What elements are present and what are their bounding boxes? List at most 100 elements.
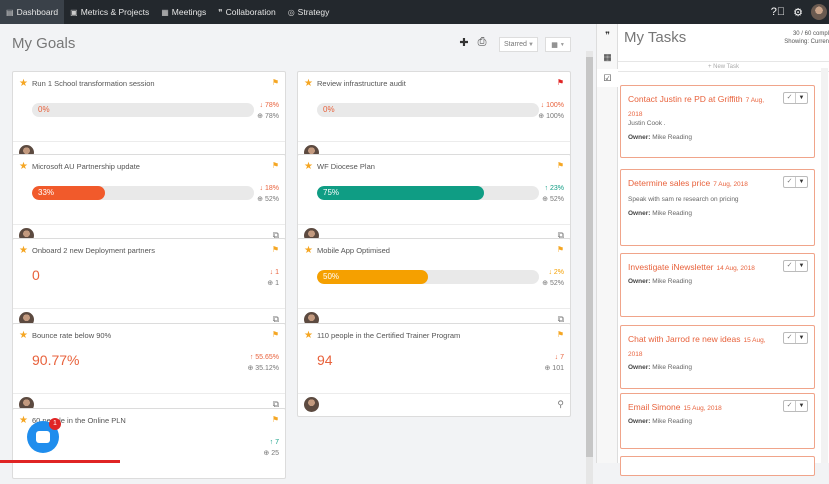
nav-metrics-projects[interactable]: ▣ Metrics & Projects — [64, 0, 155, 24]
check-icon[interactable]: ✓ — [784, 261, 795, 271]
task-title[interactable]: Email Simone 15 Aug, 2018 — [628, 401, 778, 415]
goal-value: 94 — [317, 352, 333, 368]
task-complete-control[interactable]: ✓ ▼ — [783, 332, 808, 344]
flag-icon[interactable]: ⚑ — [557, 161, 564, 170]
goal-name[interactable]: Onboard 2 new Deployment partners — [32, 246, 155, 255]
user-avatar[interactable] — [811, 4, 827, 20]
nav-meetings[interactable]: ▦ Meetings — [155, 0, 212, 24]
chevron-down-icon[interactable]: ▼ — [795, 261, 807, 271]
goal-card[interactable]: ★ Bounce rate below 90% ⚑ 90.77% ↑ 55.65… — [12, 323, 286, 417]
goals-panel: My Goals ✚ ⎙ Starred ▼ ▦ ▼ ★ Run 1 School … — [0, 24, 596, 484]
trend-stat: ↓ 100% — [540, 102, 564, 109]
star-icon[interactable]: ★ — [19, 415, 28, 426]
task-card[interactable]: Email Simone 15 Aug, 2018 Owner: Mike Rea… — [620, 393, 815, 449]
chevron-down-icon[interactable]: ▼ — [795, 177, 807, 187]
check-icon[interactable]: ✓ — [784, 333, 795, 343]
star-icon[interactable]: ★ — [19, 161, 28, 172]
flag-icon[interactable]: ⚑ — [272, 161, 279, 170]
flag-icon[interactable]: ⚑ — [272, 330, 279, 339]
flag-icon[interactable]: ⚑ — [272, 415, 279, 424]
star-icon[interactable]: ★ — [304, 161, 313, 172]
task-complete-control[interactable]: ✓ ▼ — [783, 260, 808, 272]
goals-toolbar: ✚ ⎙ — [458, 36, 488, 49]
goal-card[interactable]: ★ Mobile App Optimised ⚑ 50% ↓ 2% ⊕ 52% … — [297, 238, 571, 332]
task-title[interactable]: Investigate iNewsletter 14 Aug, 2018 — [628, 261, 778, 275]
chevron-down-icon[interactable]: ▼ — [795, 93, 807, 103]
goal-name[interactable]: Microsoft AU Partnership update — [32, 162, 140, 171]
starred-filter-select[interactable]: Starred ▼ — [499, 37, 538, 52]
print-icon[interactable]: ⎙ — [476, 36, 488, 49]
star-icon[interactable]: ★ — [19, 78, 28, 89]
task-card[interactable]: Investigate iNewsletter 14 Aug, 2018 Owne… — [620, 253, 815, 317]
task-complete-control[interactable]: ✓ ▼ — [783, 400, 808, 412]
topbar-actions: ?⃝ ⚙ — [771, 0, 829, 24]
owner-label: Owner: — [628, 418, 651, 425]
check-icon[interactable]: ✓ — [784, 177, 795, 187]
task-card[interactable]: Chat with Jarrod re new ideas 15 Aug, 201… — [620, 325, 815, 389]
flag-icon[interactable]: ⚑ — [272, 245, 279, 254]
goal-card[interactable]: ★ Microsoft AU Partnership update ⚑ 33% … — [12, 154, 286, 248]
goals-scrollbar[interactable] — [586, 51, 593, 484]
goal-progress-bar: 50% — [317, 270, 539, 284]
gear-icon[interactable]: ⚙ — [793, 6, 803, 19]
star-icon[interactable]: ★ — [304, 330, 313, 341]
target-icon: ◎ — [287, 7, 295, 17]
check-icon[interactable]: ✓ — [784, 93, 795, 103]
add-goal-button[interactable]: ✚ — [458, 36, 470, 49]
tasks-icon[interactable]: ☑ — [597, 69, 618, 87]
task-title[interactable]: Determine sales price 7 Aug, 2018 — [628, 177, 778, 191]
check-icon[interactable]: ✓ — [784, 401, 795, 411]
nav-collaboration[interactable]: ❞ Collaboration — [212, 0, 281, 24]
goal-card[interactable]: ★ WF Diocese Plan ⚑ 75% ↑ 23% ⊕ 52% ⧉ — [297, 154, 571, 248]
task-title-text: Chat with Jarrod re new ideas — [628, 334, 741, 344]
task-complete-control[interactable]: ✓ ▼ — [783, 92, 808, 104]
goal-name[interactable]: WF Diocese Plan — [317, 162, 375, 171]
progress-label: 0% — [323, 105, 335, 114]
side-icon-rail: ❞ ▦ ☑ — [596, 24, 618, 463]
help-icon[interactable]: ?⃝ — [771, 6, 785, 18]
goal-progress-bar: 33% — [32, 186, 254, 200]
owner-name: Mike Reading — [652, 134, 692, 141]
star-icon[interactable]: ★ — [19, 330, 28, 341]
star-icon[interactable]: ★ — [304, 245, 313, 256]
new-task-button[interactable]: + New Task — [618, 61, 829, 72]
tasks-scrollbar[interactable] — [821, 68, 828, 463]
task-card[interactable]: Determine sales price 7 Aug, 2018 Speak w… — [620, 169, 815, 246]
task-complete-control[interactable]: ✓ ▼ — [783, 176, 808, 188]
chevron-down-icon[interactable]: ▼ — [795, 401, 807, 411]
task-title[interactable]: Chat with Jarrod re new ideas 15 Aug, 201… — [628, 333, 778, 361]
scroll-thumb[interactable] — [586, 57, 593, 457]
goal-card[interactable]: ★ 110 people in the Certified Trainer Pr… — [297, 323, 571, 417]
nav-label: Strategy — [297, 7, 330, 17]
flag-icon[interactable]: ⚑ — [557, 245, 564, 254]
task-card[interactable]: Contact Justin re PD at Griffith 7 Aug, 2… — [620, 85, 815, 158]
star-icon[interactable]: ★ — [304, 78, 313, 89]
goal-card[interactable]: ★ Review infrastructure audit ⚑ 0% ↓ 100… — [297, 71, 571, 165]
goal-card[interactable]: ★ Onboard 2 new Deployment partners ⚑ 0 … — [12, 238, 286, 332]
chat-icon[interactable]: ❞ — [597, 30, 618, 41]
view-mode-select[interactable]: ▦ ▼ — [545, 37, 571, 52]
star-icon[interactable]: ★ — [19, 245, 28, 256]
goal-name[interactable]: Bounce rate below 90% — [32, 331, 111, 340]
hierarchy-icon[interactable]: ⚲ — [557, 399, 564, 410]
goal-name[interactable]: Mobile App Optimised — [317, 246, 390, 255]
goal-name[interactable]: Run 1 School transformation session — [32, 79, 155, 88]
task-card[interactable] — [620, 456, 815, 476]
flag-icon[interactable]: ⚑ — [272, 78, 279, 87]
owner-avatar[interactable] — [304, 397, 319, 412]
owner-name: Mike Reading — [652, 278, 692, 285]
nav-label: Collaboration — [225, 7, 276, 17]
calendar-icon[interactable]: ▦ — [597, 52, 618, 63]
nav-dashboard[interactable]: ▤ Dashboard — [0, 0, 65, 24]
goal-stats: ↑ 7 ⊕ 25 — [263, 437, 279, 459]
goal-card-body: ★ 110 people in the Certified Trainer Pr… — [298, 324, 570, 393]
nav-strategy[interactable]: ◎ Strategy — [282, 0, 336, 24]
flag-icon[interactable]: ⚑ — [557, 78, 564, 87]
flag-icon[interactable]: ⚑ — [557, 330, 564, 339]
chevron-down-icon[interactable]: ▼ — [795, 333, 807, 343]
task-title[interactable]: Contact Justin re PD at Griffith 7 Aug, 2… — [628, 93, 778, 121]
showing-filter[interactable]: Showing: Curren — [784, 38, 829, 46]
goal-name[interactable]: 110 people in the Certified Trainer Prog… — [317, 331, 460, 340]
goal-card[interactable]: ★ Run 1 School transformation session ⚑ … — [12, 71, 286, 165]
goal-name[interactable]: Review infrastructure audit — [317, 79, 406, 88]
